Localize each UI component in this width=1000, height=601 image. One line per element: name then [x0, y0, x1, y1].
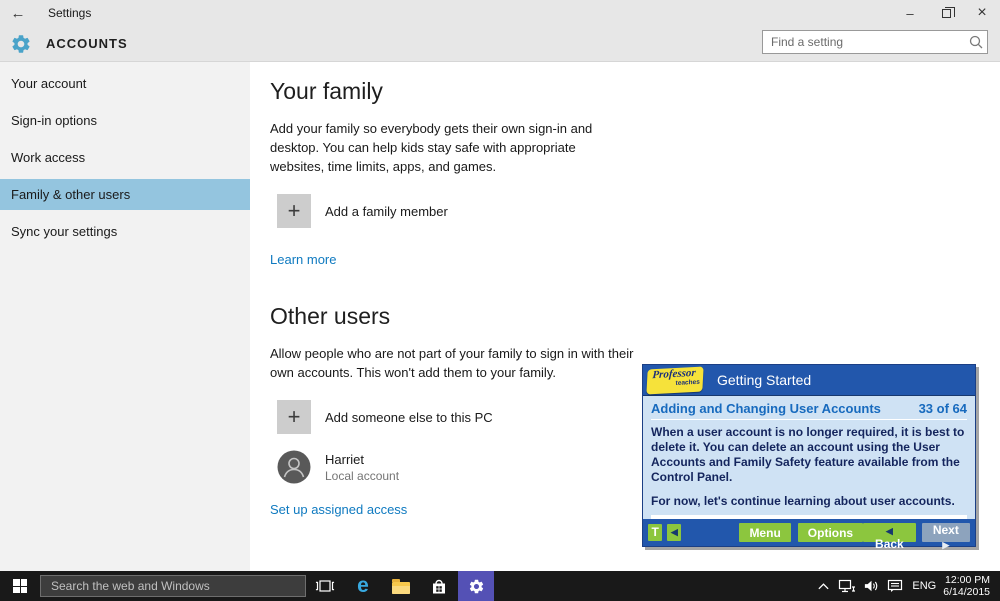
close-icon: × [977, 4, 986, 22]
user-name: Harriet [325, 452, 399, 467]
taskbar: e ENG 12:00 PM 6/14/2015 [0, 571, 1000, 601]
audio-rewind-button[interactable]: ◀ [667, 524, 681, 541]
chevron-up-icon [817, 582, 830, 591]
tutorial-body-text-2: For now, let's continue learning about u… [651, 494, 967, 508]
settings-gear-icon [468, 578, 485, 595]
task-view-icon [315, 579, 335, 593]
back-label: Back [875, 537, 904, 551]
back-button[interactable]: ← [0, 5, 36, 22]
text-toggle-button[interactable]: T [648, 524, 662, 541]
tutorial-lesson-row: Adding and Changing User Accounts 33 of … [651, 401, 967, 420]
your-family-description: Add your family so everybody gets their … [270, 119, 628, 176]
start-button[interactable] [0, 571, 40, 601]
next-arrow-icon: ▶ [942, 540, 949, 550]
edge-button[interactable]: e [344, 571, 382, 601]
restore-button[interactable] [928, 0, 964, 26]
app-header: ACCOUNTS [0, 26, 1000, 62]
file-explorer-button[interactable] [382, 571, 420, 601]
your-family-heading: Your family [270, 78, 1000, 105]
store-button[interactable] [420, 571, 458, 601]
page-title: ACCOUNTS [46, 36, 128, 51]
sidebar-item-work-access[interactable]: Work access [0, 142, 250, 173]
add-someone-else-button[interactable]: + [277, 400, 311, 434]
action-center-button[interactable] [883, 571, 907, 601]
taskbar-searchbox[interactable] [40, 575, 306, 597]
user-avatar-icon [277, 450, 311, 484]
clock-time: 12:00 PM [943, 574, 990, 586]
speaker-icon [863, 579, 880, 593]
titlebar: ← Settings – × [0, 0, 1000, 26]
add-family-member-label[interactable]: Add a family member [325, 204, 448, 219]
next-label: Next [933, 523, 959, 537]
taskbar-search-input[interactable] [41, 579, 305, 593]
tutorial-window: Professor teaches Getting Started Adding… [642, 364, 976, 547]
sidebar: Your account Sign-in options Work access… [0, 62, 250, 571]
edge-icon: e [357, 574, 369, 598]
restore-icon [942, 9, 951, 18]
add-someone-else-label[interactable]: Add someone else to this PC [325, 410, 493, 425]
clock[interactable]: 12:00 PM 6/14/2015 [943, 574, 990, 598]
tray-expand-button[interactable] [811, 571, 835, 601]
other-users-heading: Other users [270, 303, 1000, 330]
tutorial-title: Getting Started [717, 372, 811, 388]
other-users-description: Allow people who are not part of your fa… [270, 344, 648, 382]
find-setting-searchbox[interactable] [762, 30, 988, 54]
sidebar-item-sync-settings[interactable]: Sync your settings [0, 216, 250, 247]
plus-icon: + [288, 404, 301, 430]
back-button-tutorial[interactable]: ◀ Back [863, 523, 916, 542]
next-button-tutorial[interactable]: Next ▶ [922, 523, 970, 542]
plus-icon: + [288, 198, 301, 224]
minimize-icon: – [906, 6, 913, 21]
tutorial-titlebar[interactable]: Professor teaches Getting Started [643, 365, 975, 396]
add-family-member-button[interactable]: + [277, 194, 311, 228]
sidebar-item-family-other-users[interactable]: Family & other users [0, 179, 250, 210]
minimize-button[interactable]: – [892, 0, 928, 26]
window-controls: – × [892, 0, 1000, 26]
action-center-icon [887, 579, 903, 593]
tutorial-body-text: When a user account is no longer require… [651, 425, 967, 485]
task-view-button[interactable] [306, 571, 344, 601]
menu-button[interactable]: Menu [739, 523, 790, 542]
file-explorer-icon [392, 582, 410, 594]
windows-logo-icon [13, 579, 27, 593]
tutorial-toolbar: T ◀ Menu Options ◀ Back Next ▶ [643, 519, 975, 546]
back-arrow-icon: ◀ [886, 526, 893, 536]
close-button[interactable]: × [964, 0, 1000, 26]
options-button[interactable]: Options [798, 523, 863, 542]
learn-more-link[interactable]: Learn more [270, 252, 336, 267]
professor-teaches-logo: Professor teaches [646, 366, 703, 394]
lesson-title: Adding and Changing User Accounts [651, 401, 881, 416]
sidebar-item-your-account[interactable]: Your account [0, 68, 250, 99]
user-account-type: Local account [325, 469, 399, 483]
settings-taskbar-button[interactable] [458, 571, 494, 601]
network-icon [838, 579, 856, 593]
assigned-access-link[interactable]: Set up assigned access [270, 502, 407, 517]
user-meta: Harriet Local account [325, 452, 399, 483]
add-family-member-row: + Add a family member [270, 194, 1000, 228]
volume-tray-button[interactable] [859, 571, 883, 601]
store-icon [430, 577, 448, 595]
accounts-gear-icon [10, 33, 32, 55]
tutorial-content: Adding and Changing User Accounts 33 of … [643, 396, 975, 536]
page-indicator: 33 of 64 [919, 401, 967, 416]
sidebar-item-sign-in-options[interactable]: Sign-in options [0, 105, 250, 136]
find-setting-input[interactable] [763, 35, 967, 49]
back-arrow-icon: ← [11, 5, 26, 22]
network-tray-button[interactable] [835, 571, 859, 601]
language-indicator[interactable]: ENG [907, 580, 941, 592]
search-icon[interactable] [967, 33, 987, 51]
window-title: Settings [48, 6, 91, 20]
clock-date: 6/14/2015 [943, 586, 990, 598]
